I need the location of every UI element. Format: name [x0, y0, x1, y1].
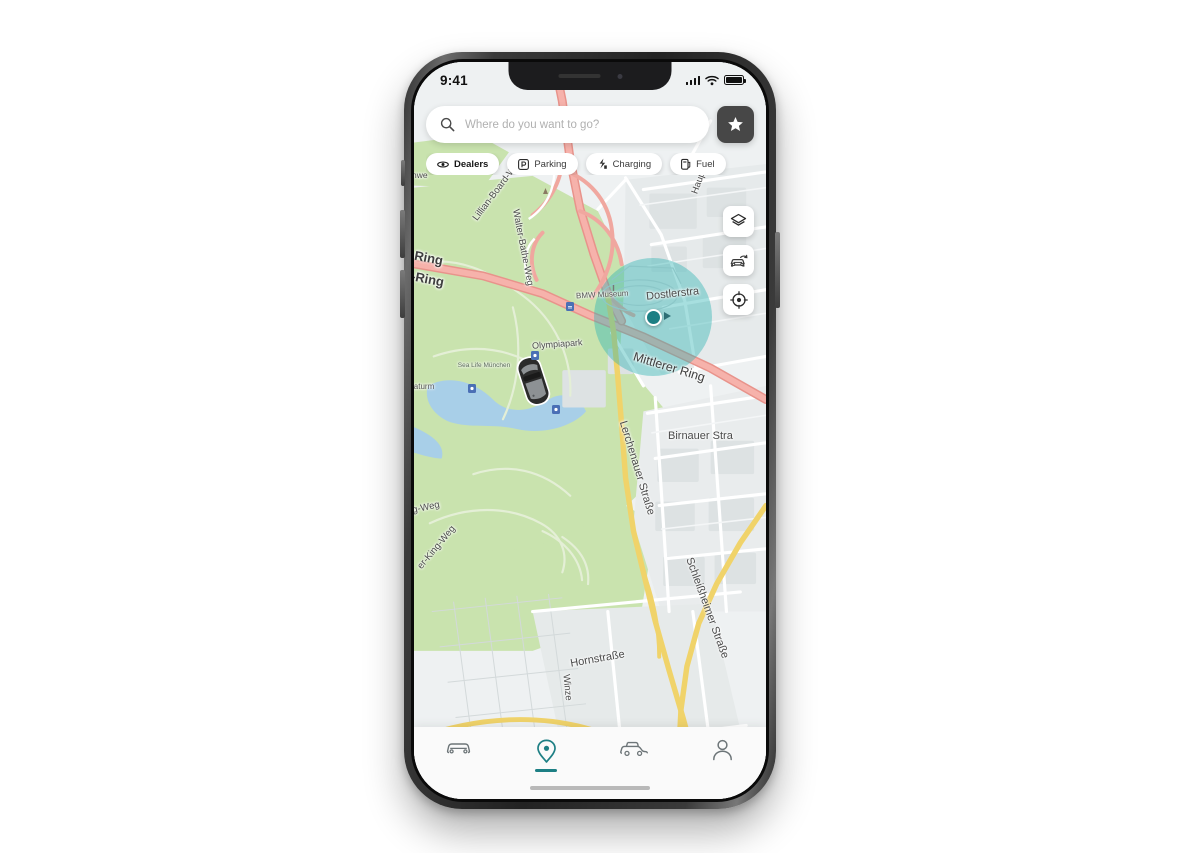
car-front-icon [446, 743, 470, 754]
filter-chip-label: Parking [534, 158, 567, 170]
home-indicator[interactable] [530, 785, 650, 790]
signal-bars-icon [685, 75, 700, 85]
volume-down-button[interactable] [400, 270, 405, 318]
user-heading-arrow [664, 312, 671, 320]
search-icon [440, 117, 455, 132]
fuel-icon [681, 158, 691, 170]
map-controls [723, 206, 754, 315]
attraction-poi-icon[interactable] [468, 384, 476, 393]
filter-chip-label: Fuel [696, 158, 715, 170]
parking-icon [518, 158, 530, 170]
museum-poi-icon[interactable] [566, 302, 574, 311]
search-input[interactable]: Where do you want to go? [465, 119, 599, 131]
filter-chip-dealers[interactable]: Dealers [426, 153, 500, 175]
filter-chip-fuel[interactable]: Fuel [670, 153, 726, 175]
nav-item-vehicle[interactable] [414, 739, 502, 757]
car-side-icon [620, 741, 648, 757]
phone-bezel: -Ring r-Ring Lillian-Board-Weg Walter-Ba… [411, 59, 769, 802]
layers-icon [730, 213, 747, 226]
notch-camera [617, 73, 622, 79]
status-icons [685, 75, 746, 86]
crosshair-icon [729, 290, 748, 309]
layers-button[interactable] [723, 206, 754, 237]
nav-item-profile[interactable] [678, 739, 766, 761]
person-icon [712, 739, 732, 761]
silent-switch[interactable] [401, 160, 405, 186]
phone-device-frame: -Ring r-Ring Lillian-Board-Weg Walter-Ba… [400, 52, 780, 809]
favorites-button[interactable] [717, 106, 754, 143]
nav-item-location[interactable] [502, 739, 590, 772]
location-pin-icon [536, 739, 556, 763]
recenter-button[interactable] [723, 284, 754, 315]
wifi-icon [705, 75, 719, 85]
filter-chip-parking[interactable]: Parking [507, 153, 578, 175]
tree-poi-icon [543, 188, 548, 194]
status-time: 9:41 [440, 72, 468, 88]
park-poi-icon[interactable] [531, 351, 539, 360]
power-button[interactable] [775, 232, 780, 308]
phone-notch [508, 62, 672, 90]
nav-active-indicator [535, 769, 557, 772]
charging-icon [599, 158, 607, 169]
filter-chip-charging[interactable]: Charging [585, 153, 663, 175]
filter-chip-label: Charging [612, 158, 652, 170]
car-360-icon [730, 254, 748, 267]
user-location-dot[interactable] [645, 309, 662, 326]
filter-chips: Dealers Parking Charging Fuel [426, 153, 766, 175]
star-icon [728, 117, 743, 131]
notch-speaker [558, 73, 600, 79]
volume-up-button[interactable] [400, 210, 405, 258]
info-poi-icon[interactable] [610, 284, 617, 293]
search-bar[interactable]: Where do you want to go? [426, 106, 709, 143]
phone-screen: -Ring r-Ring Lillian-Board-Weg Walter-Ba… [414, 62, 766, 799]
filter-chip-label: Dealers [454, 158, 489, 170]
battery-icon [724, 75, 746, 85]
dealer-icon [437, 161, 449, 167]
poi-icon[interactable] [552, 405, 560, 414]
vehicle-view-button[interactable] [723, 245, 754, 276]
nav-item-services[interactable] [590, 739, 678, 759]
search-row: Where do you want to go? [426, 106, 754, 143]
